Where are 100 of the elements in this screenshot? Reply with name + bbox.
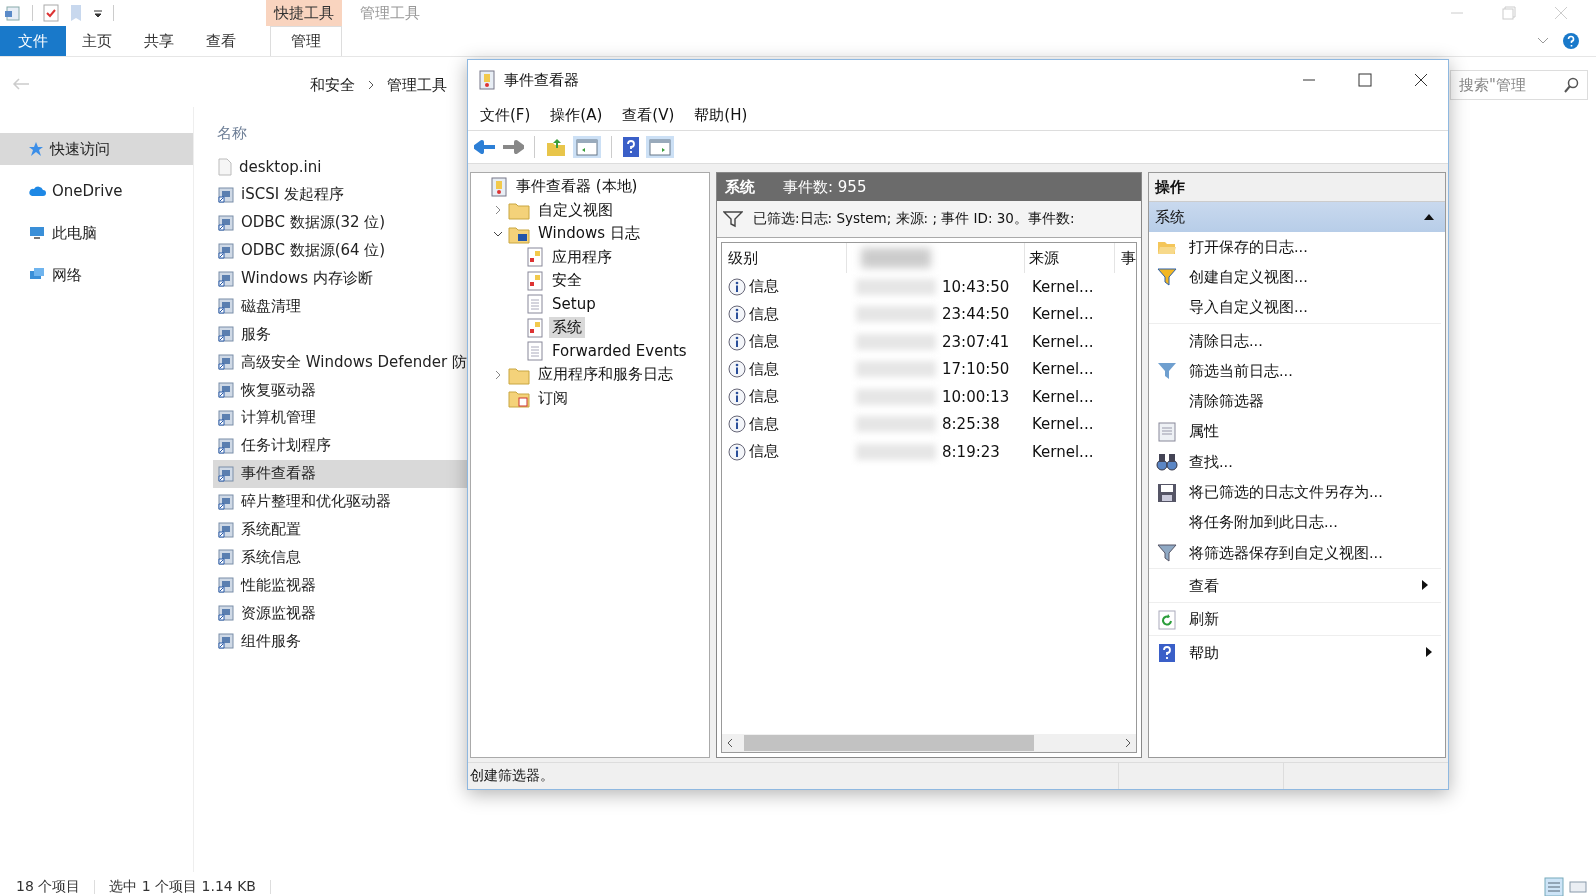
file-item[interactable]: 组件服务	[213, 627, 467, 656]
action-item[interactable]: 清除日志...	[1149, 325, 1445, 357]
scrollbar-thumb[interactable]	[744, 735, 1034, 751]
breadcrumb-item[interactable]: 管理工具	[387, 75, 447, 95]
menu-item[interactable]: 操作(A)	[550, 105, 603, 125]
refresh-icon	[1157, 609, 1177, 630]
menu-item[interactable]: 帮助(H)	[694, 105, 748, 125]
action-item[interactable]: 将筛选器保存到自定义视图...	[1149, 537, 1441, 570]
action-item[interactable]: 筛选当前日志...	[1149, 356, 1445, 387]
nav-item[interactable]: 网络	[0, 259, 193, 291]
ribbon-context-group: 快捷工具	[266, 0, 342, 26]
binoculars-icon	[1156, 452, 1178, 473]
table-cell-text: Kernel...	[1031, 442, 1095, 461]
log-icon	[526, 247, 544, 268]
file-item[interactable]: ODBC 数据源(64 位)	[213, 236, 467, 265]
panel-title: 操作	[1149, 173, 1445, 202]
tree-item[interactable]: 安全	[549, 270, 585, 292]
window-title: 事件查看器	[504, 70, 579, 90]
pane-icon[interactable]	[649, 138, 671, 156]
section-header[interactable]: 系统	[1149, 202, 1445, 232]
tool-shortcut-icon	[217, 241, 235, 260]
tool-shortcut-icon	[217, 408, 235, 427]
action-item[interactable]: 导入自定义视图...	[1149, 292, 1441, 324]
ribbon-tab[interactable]: 主页	[66, 26, 128, 56]
pane-icon[interactable]	[576, 138, 598, 156]
file-item[interactable]: ODBC 数据源(32 位)	[213, 208, 467, 237]
file-item[interactable]: 事件查看器	[213, 459, 467, 488]
file-item[interactable]: 系统信息	[213, 543, 467, 572]
help-icon[interactable]	[1562, 32, 1580, 50]
action-item[interactable]: 将已筛选的日志文件另存为...	[1149, 477, 1445, 508]
file-item[interactable]: 服务	[213, 320, 467, 349]
file-item[interactable]: 计算机管理	[213, 404, 467, 432]
nav-item[interactable]: 此电脑	[0, 217, 193, 249]
checked-document-icon	[43, 4, 59, 22]
log-icon	[526, 341, 544, 362]
maximize-icon[interactable]	[1358, 73, 1372, 87]
log-icon	[526, 270, 544, 291]
action-item[interactable]: 帮助	[1149, 637, 1445, 669]
column-header[interactable]: 名称	[213, 117, 467, 149]
file-item[interactable]: 系统配置	[213, 515, 467, 544]
folder-up-icon[interactable]	[545, 137, 567, 157]
nav-item[interactable]: OneDrive	[0, 175, 193, 207]
ribbon-tab[interactable]: 文件	[0, 26, 66, 56]
tree-item[interactable]: 事件查看器 (本地)	[513, 176, 641, 198]
table-cell: 23:44:50	[942, 305, 1010, 324]
action-item[interactable]: 查找...	[1149, 447, 1445, 478]
breadcrumb-item[interactable]: 和安全	[310, 75, 355, 95]
action-item[interactable]: 创建自定义视图...	[1149, 262, 1445, 293]
file-item[interactable]: 高级安全 Windows Defender 防	[213, 348, 467, 377]
tree-item[interactable]: Setup	[549, 294, 599, 315]
file-item[interactable]: 性能监视器	[213, 571, 467, 600]
scroll-right-icon[interactable]	[1124, 738, 1132, 748]
chevron-right-icon[interactable]	[493, 369, 503, 380]
column-header[interactable]: 级别	[722, 248, 847, 268]
file-item[interactable]: iSCSI 发起程序	[213, 180, 467, 209]
column-header[interactable]: 事	[1114, 243, 1136, 273]
back-arrow-icon[interactable]	[474, 138, 496, 156]
info-icon	[728, 442, 746, 461]
menu-item[interactable]: 文件(F)	[480, 105, 531, 125]
action-item[interactable]: 查看	[1149, 571, 1441, 603]
tree-item[interactable]: Forwarded Events	[549, 341, 690, 362]
file-item[interactable]: 磁盘清理	[213, 292, 467, 321]
ribbon-tab[interactable]: 查看	[190, 26, 252, 56]
table-cell: 23:07:41	[942, 332, 1010, 351]
action-item[interactable]: 清除筛选器	[1149, 386, 1445, 417]
action-item[interactable]: 刷新	[1149, 604, 1441, 636]
action-item[interactable]: 将任务附加到此日志...	[1149, 507, 1445, 538]
tree-item[interactable]: 订阅	[535, 387, 571, 409]
table-cell: 8:19:23	[942, 442, 1000, 461]
search-field[interactable]: 搜索"管理	[1450, 70, 1588, 100]
close-icon[interactable]	[1414, 73, 1428, 87]
details-view-icon[interactable]	[1544, 877, 1564, 896]
menu-item[interactable]: 查看(V)	[622, 105, 675, 125]
tree-item[interactable]: 应用程序	[549, 246, 615, 268]
info-icon	[728, 360, 746, 379]
action-item[interactable]: 属性	[1149, 416, 1445, 448]
file-item[interactable]: 资源监视器	[213, 599, 467, 628]
scroll-left-icon[interactable]	[726, 738, 734, 748]
file-item[interactable]: 碎片整理和优化驱动器	[213, 487, 467, 516]
blurred-text	[861, 248, 932, 268]
tree-item[interactable]: 应用程序和服务日志	[535, 364, 676, 386]
chevron-right-icon[interactable]	[493, 205, 503, 216]
tool-shortcut-icon	[217, 492, 235, 511]
help-book-icon[interactable]	[622, 136, 640, 158]
table-cell-text: Kernel...	[1031, 305, 1095, 324]
tree-item[interactable]: 自定义视图	[535, 199, 616, 221]
file-item[interactable]: desktop.ini	[213, 153, 467, 181]
file-item[interactable]: Windows 内存诊断	[213, 264, 467, 293]
tree-item[interactable]: 系统	[549, 317, 585, 339]
info-icon	[728, 305, 746, 324]
file-item[interactable]: 任务计划程序	[213, 431, 467, 460]
tree-item[interactable]: Windows 日志	[535, 223, 643, 245]
action-item[interactable]: 打开保存的日志...	[1149, 232, 1445, 263]
nav-item[interactable]: 快速访问	[0, 133, 193, 165]
column-header[interactable]: 来源	[1024, 243, 1114, 273]
ribbon-tab[interactable]: 管理	[270, 26, 342, 56]
collapse-arrow-icon[interactable]	[1423, 213, 1435, 221]
ribbon-tab[interactable]: 共享	[128, 26, 190, 56]
forward-arrow-icon[interactable]	[502, 138, 524, 156]
file-item[interactable]: 恢复驱动器	[213, 376, 467, 404]
